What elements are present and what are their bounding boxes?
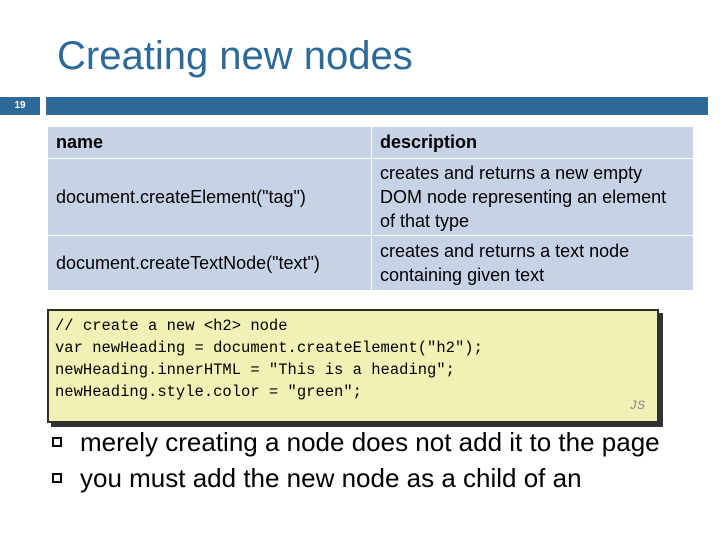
slide-title: Creating new nodes [57, 34, 413, 78]
bullet-item: you must add the new node as a child of … [52, 460, 692, 496]
code-example: // create a new <h2> node var newHeading… [47, 309, 659, 423]
code-line: newHeading.innerHTML = "This is a headin… [55, 361, 455, 379]
table-row: document.createElement("tag") creates an… [47, 158, 694, 236]
method-name: document.createTextNode("text") [47, 235, 372, 291]
table-header-row: name description [47, 126, 694, 159]
square-bullet-icon [52, 473, 62, 483]
code-line: // create a new <h2> node [55, 317, 288, 335]
table-row: document.createTextNode("text") creates … [47, 235, 694, 291]
square-bullet-icon [52, 437, 62, 447]
method-description: creates and returns a new empty DOM node… [371, 158, 694, 236]
language-label: JS [629, 398, 645, 413]
method-description: creates and returns a text node containi… [371, 235, 694, 291]
column-header-name: name [47, 126, 372, 159]
header-bar: 19 [0, 97, 720, 115]
methods-table: name description document.createElement(… [47, 126, 694, 291]
accent-bar [46, 97, 708, 115]
bullet-text: merely creating a node does not add it t… [80, 427, 660, 457]
slide-number: 19 [0, 97, 40, 115]
column-header-description: description [371, 126, 694, 159]
bullet-item: merely creating a node does not add it t… [52, 424, 692, 460]
bullet-text: you must add the new node as a child of … [80, 463, 582, 493]
method-name: document.createElement("tag") [47, 158, 372, 236]
code-line: newHeading.style.color = "green"; [55, 383, 362, 401]
bullet-list: merely creating a node does not add it t… [52, 424, 692, 496]
code-line: var newHeading = document.createElement(… [55, 339, 483, 357]
